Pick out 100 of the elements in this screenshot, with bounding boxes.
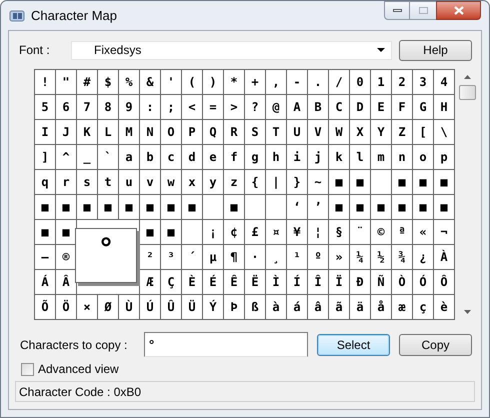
character-cell[interactable]: s <box>83 176 91 188</box>
character-cell[interactable]: < <box>188 101 196 113</box>
character-cell[interactable]: > <box>230 101 238 113</box>
character-cell[interactable]: \ <box>440 126 448 138</box>
character-cell[interactable]: » <box>335 251 343 263</box>
character-cell[interactable]: ■ <box>419 176 427 188</box>
character-cell[interactable]: $ <box>104 76 112 88</box>
character-cell[interactable]: h <box>272 151 280 163</box>
character-cell[interactable]: 4 <box>440 76 448 88</box>
character-cell[interactable]: ■ <box>62 201 70 213</box>
character-cell[interactable]: ~ <box>314 176 322 188</box>
character-cell[interactable]: © <box>377 226 385 238</box>
character-cell[interactable]: H <box>440 101 448 113</box>
character-cell[interactable]: W <box>335 126 343 138</box>
character-cell[interactable]: ■ <box>356 201 364 213</box>
character-cell[interactable]: Ð <box>356 276 364 288</box>
character-cell[interactable]: É <box>209 276 217 288</box>
character-cell[interactable]: Õ <box>41 301 49 313</box>
character-cell[interactable]: è <box>440 301 448 313</box>
character-cell[interactable]: ½ <box>377 251 385 263</box>
character-cell[interactable]: Ô <box>440 276 448 288</box>
character-cell[interactable]: à <box>272 301 280 313</box>
character-cell[interactable]: ■ <box>188 201 196 213</box>
character-cell[interactable]: { <box>251 176 259 188</box>
character-cell[interactable]: ■ <box>230 201 238 213</box>
character-cell[interactable]: ` <box>104 151 112 163</box>
character-cell[interactable]: Ù <box>125 301 133 313</box>
character-cell[interactable]: È <box>188 276 196 288</box>
character-cell[interactable]: ¸ <box>272 251 280 263</box>
character-cell[interactable]: Ø <box>104 301 112 313</box>
character-cell[interactable]: ä <box>356 301 364 313</box>
character-cell[interactable]: ¢ <box>230 226 238 238</box>
character-cell[interactable]: Ú <box>146 301 154 313</box>
character-cell[interactable]: º <box>314 251 322 263</box>
character-cell[interactable]: f <box>230 151 238 163</box>
character-cell[interactable]: ? <box>251 101 259 113</box>
character-cell[interactable]: ‘ <box>293 201 301 213</box>
character-cell[interactable]: ´ <box>188 251 196 263</box>
character-cell[interactable]: ¿ <box>419 251 427 263</box>
character-cell[interactable]: E <box>377 101 385 113</box>
character-cell[interactable]: J <box>62 126 70 138</box>
character-cell[interactable]: S <box>251 126 259 138</box>
character-cell[interactable]: z <box>230 176 238 188</box>
character-cell[interactable]: 7 <box>83 101 91 113</box>
character-cell[interactable]: æ <box>398 301 406 313</box>
character-cell[interactable]: Þ <box>230 301 238 313</box>
scroll-thumb[interactable] <box>459 85 476 100</box>
character-cell[interactable]: – <box>41 251 49 263</box>
character-cell[interactable]: l <box>356 151 364 163</box>
character-cell[interactable]: 3 <box>419 76 427 88</box>
character-cell[interactable]: ç <box>419 301 427 313</box>
character-cell[interactable]: Æ <box>146 276 154 288</box>
character-cell[interactable]: ■ <box>398 176 406 188</box>
character-cell[interactable]: ■ <box>377 201 385 213</box>
character-cell[interactable]: ¤ <box>272 226 280 238</box>
character-cell[interactable]: 2 <box>398 76 406 88</box>
character-cell[interactable]: G <box>419 101 427 113</box>
character-cell[interactable]: Ê <box>230 276 238 288</box>
character-cell[interactable]: y <box>209 176 217 188</box>
character-cell[interactable]: ■ <box>167 226 175 238</box>
character-cell[interactable]: ’ <box>314 201 322 213</box>
character-cell[interactable]: m <box>377 151 385 163</box>
close-button[interactable] <box>436 1 481 20</box>
character-cell[interactable]: B <box>314 101 322 113</box>
character-cell[interactable]: ¼ <box>356 251 364 263</box>
character-cell[interactable]: j <box>314 151 322 163</box>
character-cell[interactable]: « <box>419 226 427 238</box>
character-cell[interactable]: ³ <box>167 251 175 263</box>
character-cell[interactable]: ■ <box>398 201 406 213</box>
character-cell[interactable]: Ó <box>419 276 427 288</box>
character-cell[interactable]: â <box>314 301 322 313</box>
character-cell[interactable]: % <box>125 76 133 88</box>
character-cell[interactable]: ß <box>251 301 259 313</box>
character-cell[interactable]: ! <box>41 76 49 88</box>
character-cell[interactable]: ■ <box>146 226 154 238</box>
character-cell[interactable]: ■ <box>104 201 112 213</box>
character-cell[interactable]: ■ <box>125 201 133 213</box>
character-cell[interactable]: ] <box>41 151 49 163</box>
character-cell[interactable]: | <box>272 176 280 188</box>
character-cell[interactable]: o <box>419 151 427 163</box>
character-cell[interactable]: Á <box>41 276 49 288</box>
character-cell[interactable]: 0 <box>356 76 364 88</box>
character-cell[interactable]: Â <box>62 276 70 288</box>
character-cell[interactable]: " <box>62 76 70 88</box>
character-cell[interactable]: ¡ <box>209 226 217 238</box>
character-cell[interactable]: } <box>293 176 301 188</box>
character-cell[interactable]: 9 <box>125 101 133 113</box>
character-cell[interactable]: Ë <box>251 276 259 288</box>
scroll-down-icon[interactable] <box>464 310 471 314</box>
character-cell[interactable]: Ñ <box>377 276 385 288</box>
character-cell[interactable]: u <box>125 176 133 188</box>
font-dropdown[interactable]: Fixedsys <box>71 40 392 60</box>
character-cell[interactable]: ■ <box>41 226 49 238</box>
character-cell[interactable]: T <box>272 126 280 138</box>
character-cell[interactable]: ª <box>398 226 406 238</box>
character-cell[interactable]: F <box>398 101 406 113</box>
character-cell[interactable]: R <box>230 126 238 138</box>
character-cell[interactable]: å <box>377 301 385 313</box>
empty-cell[interactable] <box>266 195 287 220</box>
character-cell[interactable]: ■ <box>440 176 448 188</box>
